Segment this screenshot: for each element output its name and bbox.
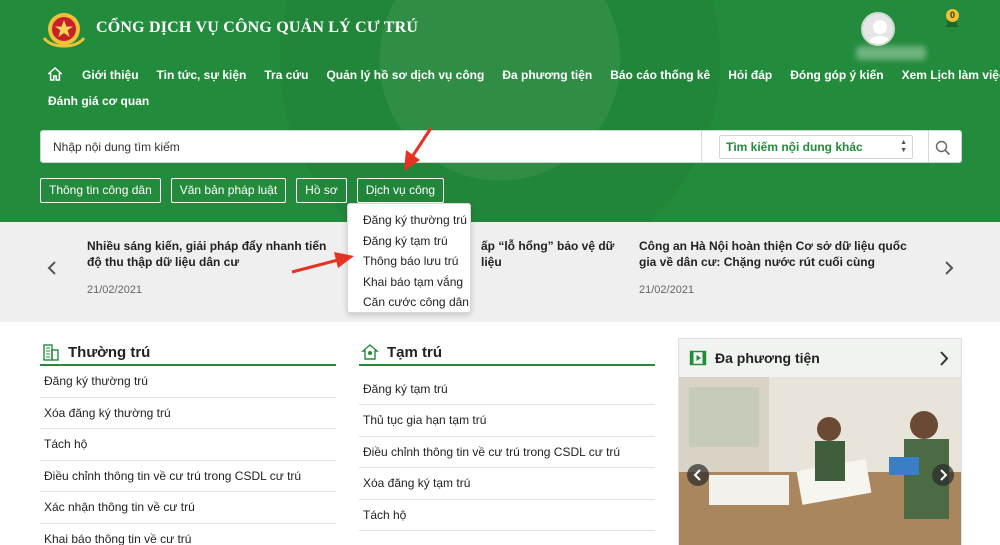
news-date: 21/02/2021: [639, 284, 695, 296]
news-title[interactable]: ấp “lỗ hổng” bảo vệ dữ liệu: [481, 238, 631, 270]
user-avatar[interactable]: [861, 12, 895, 46]
menu-item-can-cuoc-cong-dan[interactable]: Căn cước công dân: [348, 292, 470, 313]
news-item[interactable]: Nhiều sáng kiến, giải pháp đẩy nhanh tiế…: [87, 238, 342, 296]
dich-vu-cong-dropdown: Đăng ký thường trú Đăng ký tạm trú Thông…: [347, 203, 471, 313]
column-header: Tạm trú: [359, 340, 655, 366]
category-tabs: Thông tin công dân Văn bản pháp luật Hồ …: [40, 178, 454, 203]
menu-item-khai-bao-tam-vang[interactable]: Khai báo tạm vắng: [348, 272, 470, 293]
search-icon[interactable]: [934, 139, 952, 157]
news-title[interactable]: Công an Hà Nội hoàn thiện Cơ sở dữ liệu …: [639, 238, 909, 270]
photo-illustration: [679, 377, 961, 545]
news-item[interactable]: Công an Hà Nội hoàn thiện Cơ sở dữ liệu …: [639, 238, 909, 296]
police-emblem-logo[interactable]: [40, 10, 88, 48]
chevron-left-icon: [693, 469, 701, 481]
nav-tra-cuu[interactable]: Tra cứu: [264, 68, 308, 82]
site-title[interactable]: CỔNG DỊCH VỤ CÔNG QUẢN LÝ CƯ TRÚ: [96, 19, 418, 37]
tab-ho-so[interactable]: Hồ sơ: [296, 178, 347, 203]
list-item[interactable]: Tách hộ: [359, 500, 655, 531]
list-item[interactable]: Điều chỉnh thông tin về cư trú trong CSD…: [40, 461, 336, 492]
menu-item-dang-ky-thuong-tru[interactable]: Đăng ký thường trú: [348, 210, 470, 231]
chevron-right-icon: [940, 469, 948, 481]
list-item[interactable]: Điều chỉnh thông tin về cư trú trong CSD…: [359, 437, 655, 468]
column-thuong-tru: Thường trú Đăng ký thường trú Xóa đăng k…: [40, 340, 336, 545]
news-date: 21/02/2021: [87, 284, 143, 296]
nav-gioi-thieu[interactable]: Giới thiệu: [82, 68, 139, 82]
list-item[interactable]: Tách hộ: [40, 429, 336, 461]
news-carousel: Nhiều sáng kiến, giải pháp đẩy nhanh tiế…: [0, 222, 1000, 322]
media-panel: Đa phương tiện: [678, 338, 962, 545]
username-blurred: [856, 46, 926, 60]
nav-tin-tuc[interactable]: Tin tức, sự kiện: [157, 68, 247, 82]
nav-xem-lich-lam-viec[interactable]: Xem Lịch làm việc: [902, 68, 1000, 82]
search-bar: Tìm kiếm nội dung khác ▲▼: [40, 130, 962, 163]
media-photo[interactable]: [679, 377, 961, 545]
building-icon: [43, 344, 59, 361]
tab-dich-vu-cong[interactable]: Dịch vụ công: [356, 178, 445, 203]
nav-dong-gop-y-kien[interactable]: Đóng góp ý kiến: [790, 68, 883, 82]
select-arrows-icon: ▲ ▼: [900, 139, 907, 154]
menu-item-dang-ky-tam-tru[interactable]: Đăng ký tạm trú: [348, 231, 470, 252]
home-icon[interactable]: [48, 67, 62, 81]
header: CỔNG DỊCH VỤ CÔNG QUẢN LÝ CƯ TRÚ 0 Giới …: [0, 0, 1000, 222]
nav-bao-cao-thong-ke[interactable]: Báo cáo thống kê: [610, 68, 710, 82]
nav-row-1: Giới thiệu Tin tức, sự kiện Tra cứu Quản…: [48, 67, 1000, 82]
tab-van-ban-phap-luat[interactable]: Văn bản pháp luật: [170, 178, 287, 203]
list-item[interactable]: Xóa đăng ký tạm trú: [359, 468, 655, 500]
list-item[interactable]: Khai báo thông tin về cư trú: [40, 524, 336, 545]
search-category-select[interactable]: Tìm kiếm nội dung khác ▲ ▼: [719, 135, 913, 159]
user-icon: [868, 20, 892, 44]
list-item[interactable]: Xác nhận thông tin về cư trú: [40, 492, 336, 524]
list-item[interactable]: Đăng ký thường trú: [40, 366, 336, 398]
column-title[interactable]: Tạm trú: [387, 344, 442, 361]
news-item[interactable]: ấp “lỗ hổng” bảo vệ dữ liệu: [481, 238, 631, 270]
nav-quan-ly-ho-so[interactable]: Quản lý hồ sơ dịch vụ công: [326, 68, 484, 82]
tab-thong-tin-cong-dan[interactable]: Thông tin công dân: [40, 178, 161, 203]
chevron-right-icon[interactable]: [943, 260, 955, 276]
notification-badge: 0: [946, 9, 959, 22]
search-input[interactable]: [41, 131, 701, 162]
divider: [701, 131, 702, 162]
list-item[interactable]: Đăng ký tạm trú: [359, 366, 655, 405]
media-header: Đa phương tiện: [679, 339, 961, 377]
column-title[interactable]: Thường trú: [68, 344, 150, 361]
news-title[interactable]: Nhiều sáng kiến, giải pháp đẩy nhanh tiế…: [87, 238, 342, 270]
column-tam-tru: Tạm trú Đăng ký tạm trú Thủ tục gia hạn …: [359, 340, 655, 531]
nav-row-2: Đánh giá cơ quan: [48, 94, 167, 108]
menu-item-thong-bao-luu-tru[interactable]: Thông báo lưu trú: [348, 251, 470, 272]
search-category-value: Tìm kiếm nội dung khác: [726, 140, 863, 154]
chevron-right-icon[interactable]: [939, 351, 949, 366]
nav-danh-gia-co-quan[interactable]: Đánh giá cơ quan: [48, 94, 149, 108]
divider: [928, 131, 929, 162]
list-item[interactable]: Thủ tục gia hạn tạm trú: [359, 405, 655, 437]
house-icon: [361, 344, 379, 360]
list-item[interactable]: Xóa đăng ký thường trú: [40, 398, 336, 429]
photo-prev-button[interactable]: [687, 464, 709, 486]
nav-hoi-dap[interactable]: Hỏi đáp: [728, 68, 772, 82]
nav-da-phuong-tien[interactable]: Đa phương tiện: [502, 68, 592, 82]
page: CỔNG DỊCH VỤ CÔNG QUẢN LÝ CƯ TRÚ 0 Giới …: [0, 0, 1000, 545]
film-icon: [689, 350, 707, 366]
photo-next-button[interactable]: [932, 464, 954, 486]
media-title[interactable]: Đa phương tiện: [715, 350, 820, 366]
chevron-left-icon[interactable]: [46, 260, 58, 276]
column-header: Thường trú: [40, 340, 336, 366]
